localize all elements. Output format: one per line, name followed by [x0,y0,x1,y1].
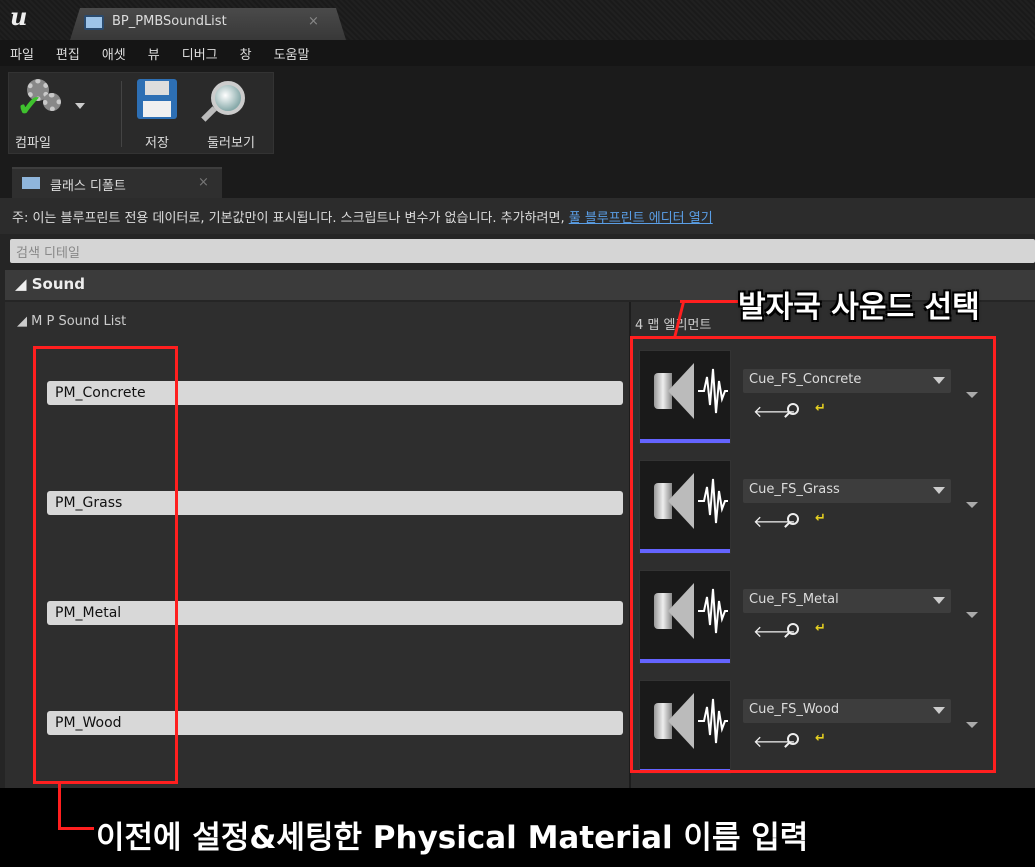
browse-button[interactable]: 둘러보기 [193,73,269,153]
save-label: 저장 [145,136,169,151]
property-name[interactable]: ◢ M P Sound List [17,314,126,329]
menu-view[interactable]: 뷰 [148,44,160,63]
tab-class-defaults[interactable]: 클래스 디폴트 × [12,167,222,198]
gear-icon [43,93,61,111]
unreal-logo: u [10,2,28,31]
search-input[interactable]: 검색 디테일 [10,239,1035,263]
key-column-highlight [33,346,178,784]
tab-label: 클래스 디폴트 [50,179,126,194]
save-button[interactable]: 저장 [123,73,191,153]
menu-window[interactable]: 창 [240,44,252,63]
menu-file[interactable]: 파일 [10,44,34,63]
toolbar: ✔ 컴파일 저장 둘러보기 [0,66,1035,158]
menu-edit[interactable]: 편집 [56,44,80,63]
close-icon[interactable]: × [198,175,209,190]
element-count: 4 맵 엘리먼트 [635,318,712,333]
class-defaults-icon [22,177,40,189]
title-bar: u BP_PMBSoundList × [0,0,1035,40]
document-tab[interactable]: BP_PMBSoundList × [70,8,346,40]
sound-column-highlight [630,336,996,773]
compile-label: 컴파일 [15,136,51,151]
annotation-line [680,300,738,303]
close-icon[interactable]: × [308,14,319,29]
panel-tab-bar: 클래스 디폴트 × [0,158,1035,198]
annotation-footstep-sound: 발자국 사운드 선택 [738,290,980,325]
blueprint-icon [84,15,104,30]
toolbar-group: ✔ 컴파일 저장 둘러보기 [8,72,274,154]
annotation-physical-material: 이전에 설정&세팅한 Physical Material 이름 입력 [96,820,809,856]
data-only-notice: 주: 이는 블루프린트 전용 데이터로, 기본값만이 표시됩니다. 스크립트나 … [0,198,1035,234]
toolbar-divider [121,81,122,147]
notice-text: 주: 이는 블루프린트 전용 데이터로, 기본값만이 표시됩니다. 스크립트나 … [12,211,569,226]
check-icon: ✔ [17,89,43,124]
open-full-editor-link[interactable]: 풀 블루프린트 에디터 열기 [569,211,713,226]
annotation-line [58,827,94,830]
menu-bar: 파일 편집 애셋 뷰 디버그 창 도움말 [0,40,1035,66]
compile-button[interactable]: ✔ 컴파일 [9,73,97,153]
menu-asset[interactable]: 애셋 [102,44,126,63]
menu-help[interactable]: 도움말 [274,44,310,63]
document-tab-title: BP_PMBSoundList [112,14,227,29]
menu-debug[interactable]: 디버그 [182,44,218,63]
chevron-down-icon[interactable] [75,103,85,109]
magnifier-handle [201,106,217,122]
browse-label: 둘러보기 [207,136,255,151]
floppy-disk-icon [137,79,177,119]
annotation-line [58,784,61,830]
